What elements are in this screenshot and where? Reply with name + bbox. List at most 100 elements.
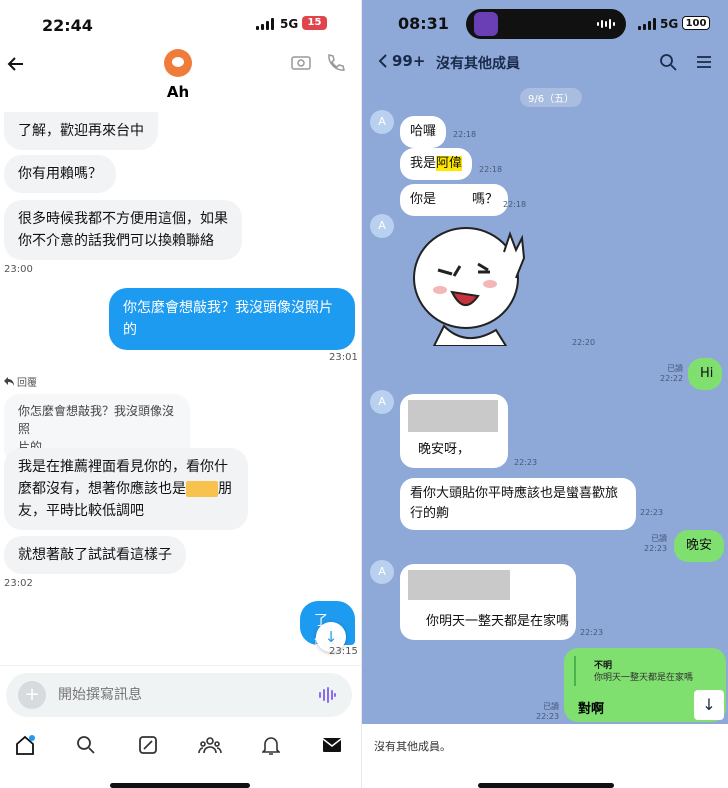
- message-time: 22:18: [479, 165, 503, 174]
- message-input[interactable]: [58, 683, 298, 707]
- message-text: 晚安呀，: [418, 442, 471, 457]
- composer: +: [6, 673, 352, 717]
- phone-icon[interactable]: [325, 53, 345, 73]
- date-separator: 9/6（五）: [520, 88, 583, 107]
- message-time: 22:20: [572, 338, 596, 347]
- audio-wave-icon: [597, 19, 615, 29]
- avatar[interactable]: A: [370, 214, 394, 238]
- message-text: 我是: [410, 156, 437, 171]
- network-label: 5G: [280, 17, 299, 31]
- battery-icon: 15: [302, 16, 327, 30]
- message-text: 朋: [218, 481, 232, 497]
- message-received[interactable]: 晚安呀，: [400, 394, 508, 468]
- message-received[interactable]: 你是 嗎？: [400, 184, 509, 216]
- message-time: 22:23: [580, 628, 604, 637]
- message-time: 22:18: [453, 130, 477, 139]
- message-received[interactable]: 很多時候我都不方便用這個，如果 你不介意的話我們可以換賴聯絡: [4, 200, 242, 260]
- sticker-image[interactable]: [408, 222, 536, 346]
- app-activity-icon: [474, 12, 498, 36]
- chat-title: 沒有其他成員: [436, 56, 520, 72]
- message-time: 22:23: [640, 508, 664, 517]
- status-time: 08:31: [398, 14, 449, 33]
- voice-message-icon[interactable]: [318, 686, 336, 704]
- signal-icon: [638, 18, 656, 30]
- notifications-icon[interactable]: [262, 735, 280, 755]
- read-label: 已讀: [667, 364, 684, 373]
- grok-icon[interactable]: [138, 735, 158, 755]
- message-text: 你是: [410, 192, 437, 207]
- redacted-block: [186, 481, 218, 497]
- redacted-block: [408, 570, 510, 600]
- dynamic-island: [466, 9, 626, 39]
- message-received[interactable]: 了解，歡迎再來台中: [4, 112, 158, 150]
- message-sent[interactable]: 晚安: [674, 530, 725, 562]
- footer-bar: 沒有其他成員。: [362, 724, 728, 788]
- status-bar: 22:44 5G 15: [0, 0, 362, 50]
- redacted-block: [408, 400, 498, 432]
- divider: [0, 665, 362, 666]
- read-receipt: 已讀 22:22: [660, 364, 683, 384]
- message-received[interactable]: 我是在推薦裡面看見你的，看你什 麼都沒有，想著你應該也是朋 友，平時比較低調吧: [4, 448, 248, 530]
- message-time: 22:18: [503, 200, 527, 209]
- read-label: 已讀: [651, 534, 668, 543]
- message-time: 22:23: [536, 712, 560, 721]
- message-time: 23:01: [329, 352, 358, 363]
- home-icon[interactable]: [14, 734, 36, 756]
- communities-icon[interactable]: [198, 735, 222, 755]
- arrow-left-icon[interactable]: [6, 54, 26, 74]
- menu-icon[interactable]: [696, 55, 712, 69]
- bottom-nav: [0, 726, 362, 766]
- message-time: 22:23: [514, 458, 538, 467]
- add-media-icon[interactable]: +: [18, 681, 46, 709]
- message-text: 對啊: [578, 702, 605, 717]
- home-indicator: [478, 783, 614, 788]
- back-button[interactable]: 99+: [378, 52, 425, 70]
- message-received[interactable]: 看你大頭貼你平時應該也是蠻喜歡旅 行的齁: [400, 478, 636, 530]
- message-time: 23:15: [329, 646, 358, 657]
- chevron-left-icon: [378, 54, 387, 68]
- message-text: 嗎？: [472, 192, 499, 207]
- reply-icon: [4, 377, 14, 386]
- read-receipt: 已讀 22:23: [536, 702, 559, 722]
- message-time: 22:23: [644, 544, 668, 553]
- message-sent[interactable]: 你怎麼會想敲我？我沒頭像沒照片 的: [109, 288, 355, 350]
- message-received[interactable]: 我是阿偉: [400, 148, 473, 180]
- message-text: 你明天一整天都是在家嗎: [426, 614, 570, 629]
- message-time: 22:22: [660, 374, 684, 383]
- status-time: 22:44: [42, 16, 93, 35]
- avatar[interactable]: A: [370, 560, 394, 584]
- message-received[interactable]: 你有用賴嗎？: [4, 155, 116, 193]
- quote-bar: [574, 656, 576, 686]
- home-indicator: [110, 783, 250, 788]
- scroll-down-button[interactable]: ↓: [694, 690, 724, 720]
- message-sent[interactable]: Hi: [688, 358, 722, 390]
- avatar[interactable]: A: [370, 390, 394, 414]
- line-chat-panel: 08:31 5G 100 99+ 沒有其他成員 9/6（五） A 哈囉 22:1…: [362, 0, 728, 788]
- contact-name[interactable]: Ah: [0, 83, 356, 101]
- video-icon[interactable]: [291, 55, 311, 71]
- x-dm-panel: 22:44 5G 15 Ah 了解，歡迎再來台中 你有用賴嗎？ 很多時候我都不方…: [0, 0, 362, 788]
- footer-notice: 沒有其他成員。: [374, 740, 451, 753]
- quote-text: 你明天一整天都是在家嗎: [594, 673, 694, 683]
- battery-icon: 100: [682, 16, 710, 30]
- signal-icon: [256, 18, 274, 30]
- message-received[interactable]: 就想著敲了試試看這樣子: [4, 536, 186, 574]
- status-bar: 08:31 5G 100: [362, 0, 728, 50]
- message-time: 23:02: [4, 578, 33, 589]
- message-text: 友，平時比較低調吧: [18, 503, 144, 519]
- message-received[interactable]: 哈囉: [400, 116, 447, 148]
- avatar[interactable]: [164, 49, 192, 77]
- reply-indicator: 回覆: [4, 374, 37, 389]
- search-icon[interactable]: [76, 735, 96, 755]
- read-receipt: 已讀 22:23: [644, 534, 667, 554]
- network-label: 5G: [660, 17, 679, 31]
- message-time: 23:00: [4, 264, 33, 275]
- reply-label: 回覆: [17, 378, 37, 389]
- search-icon[interactable]: [659, 53, 677, 71]
- message-received[interactable]: 你明天一整天都是在家嗎: [400, 564, 576, 640]
- avatar[interactable]: A: [370, 110, 394, 134]
- messages-icon[interactable]: [322, 737, 342, 753]
- highlighted-name: 阿偉: [436, 156, 463, 171]
- read-label: 已讀: [543, 702, 560, 711]
- unread-count: 99+: [392, 52, 426, 70]
